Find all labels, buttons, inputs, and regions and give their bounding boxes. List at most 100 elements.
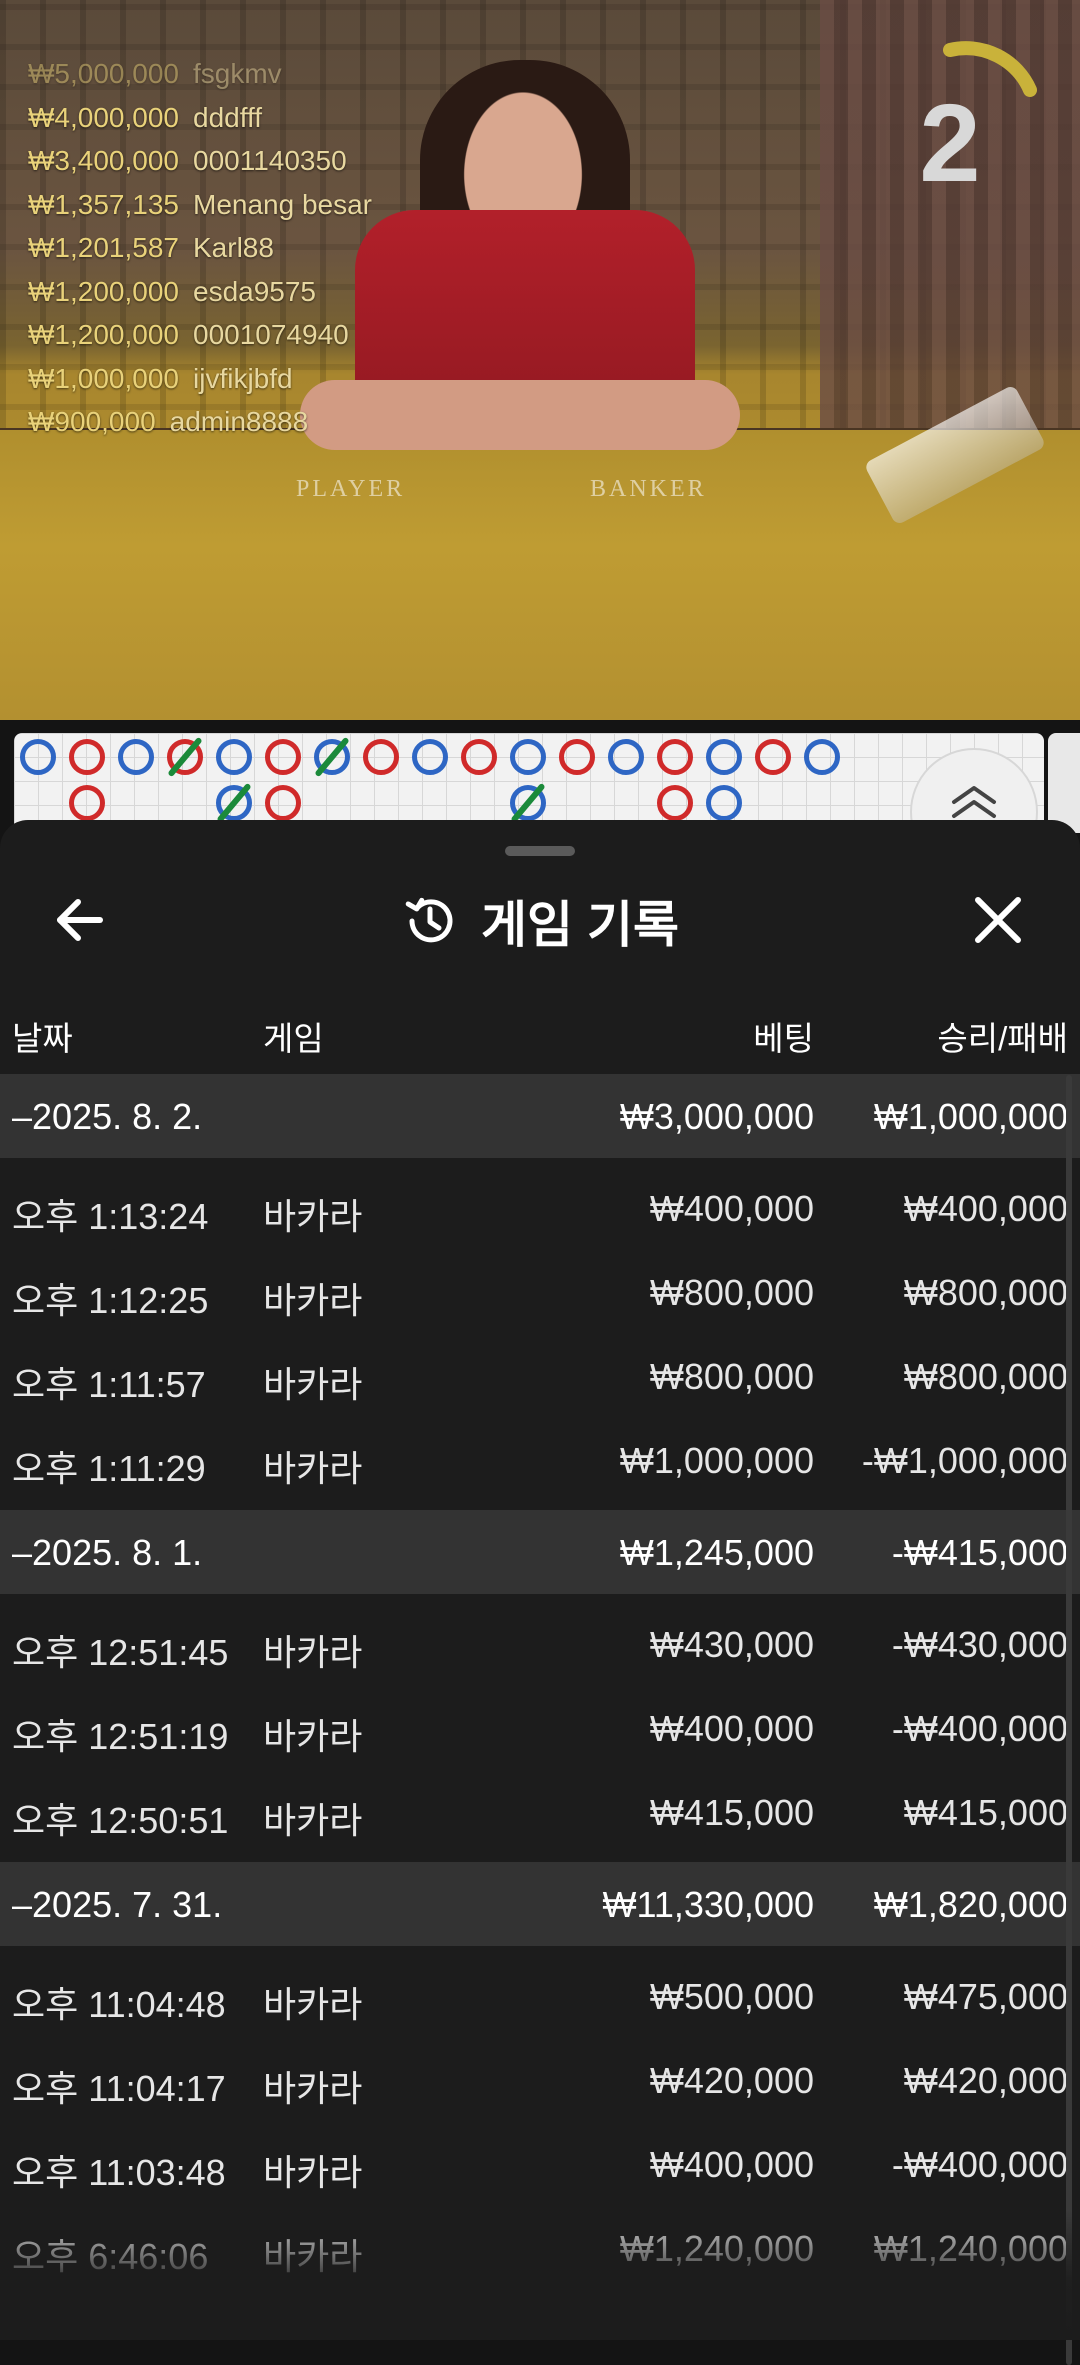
- history-row[interactable]: 오후 1:11:57 바카라 ₩800,000 ₩800,000: [0, 1334, 1080, 1418]
- leaderboard-amount: ₩1,357,135: [28, 188, 179, 220]
- history-row[interactable]: 오후 11:04:48 바카라 ₩500,000 ₩475,000: [0, 1954, 1080, 2038]
- history-table: 날짜 게임 베팅 승리/패배 –2025. 8. 2. ₩3,000,000 ₩1,…: [0, 990, 1080, 2298]
- close-button[interactable]: [966, 888, 1030, 952]
- leaderboard-amount: ₩900,000: [28, 406, 156, 437]
- row-time: 오후 1:12:25: [12, 1280, 209, 1321]
- sheet-drag-handle[interactable]: [505, 846, 575, 856]
- player-label: PLAYER: [296, 476, 406, 502]
- date-group-header[interactable]: –2025. 7. 31. ₩11,330,000 ₩1,820,000: [0, 1862, 1080, 1946]
- row-bet: ₩400,000: [649, 1708, 814, 1749]
- chevron-double-up-icon: [952, 786, 996, 818]
- leaderboard-player: Menang besar: [193, 188, 373, 220]
- row-result: ₩800,000: [903, 1356, 1068, 1397]
- row-time: 오후 11:03:48: [12, 2152, 226, 2193]
- winners-leaderboard: ₩5,000,000 fsgkmv ₩4,000,000 dddfff ₩3,400,0…: [28, 52, 372, 444]
- group-bet-total: ₩11,330,000: [602, 1884, 814, 1925]
- banker-bead: [706, 785, 742, 821]
- history-row[interactable]: 오후 1:11:29 바카라 ₩1,000,000 -₩1,000,000: [0, 1418, 1080, 1502]
- history-row[interactable]: 오후 12:50:51 바카라 ₩415,000 ₩415,000: [0, 1770, 1080, 1854]
- close-icon: [975, 897, 1021, 943]
- history-groups: –2025. 8. 2. ₩3,000,000 ₩1,000,000 오후 1:13:…: [0, 1074, 1080, 2298]
- collapse-dash-icon: –: [12, 1096, 33, 1137]
- road-map-side-tab[interactable]: [1048, 733, 1080, 833]
- banker-bead: [608, 739, 644, 775]
- row-bet: ₩400,000: [649, 1188, 814, 1229]
- row-time: 오후 11:04:17: [12, 2068, 226, 2109]
- leaderboard-amount: ₩1,201,587: [28, 232, 179, 263]
- date-group-header[interactable]: –2025. 8. 1. ₩1,245,000 -₩415,000: [0, 1510, 1080, 1594]
- group-result-total: ₩1,820,000: [873, 1884, 1068, 1925]
- scrollbar[interactable]: [1066, 1075, 1072, 2365]
- row-bet: ₩430,000: [649, 1624, 814, 1665]
- leaderboard-row: ₩1,200,000 esda9575: [28, 270, 372, 314]
- row-bet: ₩800,000: [649, 1356, 814, 1397]
- row-bet: ₩1,000,000: [619, 1440, 814, 1481]
- row-bet: ₩415,000: [649, 1792, 814, 1833]
- banker-bead: [706, 739, 742, 775]
- row-game: 바카라: [263, 1364, 363, 1405]
- collapse-dash-icon: –: [12, 1884, 33, 1925]
- group-date-text: 2025. 8. 1.: [32, 1532, 203, 1573]
- row-time: 오후 1:11:57: [12, 1364, 206, 1405]
- group-rows: 오후 12:51:45 바카라 ₩430,000 -₩430,000 오후 12:51:…: [0, 1594, 1080, 1862]
- group-result-total: ₩1,000,000: [873, 1096, 1068, 1137]
- leaderboard-row: ₩4,000,000 dddfff: [28, 96, 372, 140]
- player-bead: [69, 739, 105, 775]
- collapse-dash-icon: –: [12, 1532, 33, 1573]
- leaderboard-amount: ₩1,000,000: [28, 362, 179, 394]
- banker-bead: [804, 739, 840, 775]
- banker-bead: [216, 739, 252, 775]
- row-result: ₩400,000: [903, 1188, 1068, 1229]
- history-row[interactable]: 오후 12:51:45 바카라 ₩430,000 -₩430,000: [0, 1602, 1080, 1686]
- banker-bead: [412, 739, 448, 775]
- header-date: 날짜: [12, 1020, 73, 1057]
- live-video: PLAYER BANKER ₩5,000,000 fsgkmv ₩4,000,000…: [0, 0, 1080, 720]
- history-row[interactable]: 오후 11:04:17 바카라 ₩420,000 ₩420,000: [0, 2038, 1080, 2122]
- group-date: –2025. 8. 1.: [12, 1532, 202, 1574]
- table-header: 날짜 게임 베팅 승리/패배: [0, 990, 1080, 1074]
- banker-label: BANKER: [590, 476, 707, 502]
- player-bead: [559, 739, 595, 775]
- row-game: 바카라: [263, 1448, 363, 1489]
- leaderboard-player: esda9575: [193, 275, 317, 307]
- player-bead: [755, 739, 791, 775]
- row-time: 오후 1:11:29: [12, 1448, 206, 1489]
- row-bet: ₩500,000: [649, 1976, 814, 2017]
- row-result: -₩400,000: [891, 1708, 1068, 1749]
- row-time: 오후 11:04:48: [12, 1984, 226, 2025]
- header-game: 게임: [263, 1020, 324, 1057]
- row-result: ₩415,000: [903, 1792, 1068, 1833]
- history-row[interactable]: 오후 1:13:24 바카라 ₩400,000 ₩400,000: [0, 1166, 1080, 1250]
- player-bead: [265, 739, 301, 775]
- player-bead: [69, 785, 105, 821]
- row-result: ₩800,000: [903, 1272, 1068, 1313]
- group-date: –2025. 8. 2.: [12, 1096, 202, 1138]
- leaderboard-row: ₩1,201,587 Karl88: [28, 226, 372, 270]
- group-date: –2025. 7. 31.: [12, 1884, 222, 1926]
- row-result: -₩430,000: [891, 1624, 1068, 1665]
- row-result: ₩475,000: [903, 1976, 1068, 2017]
- group-date-text: 2025. 8. 2.: [32, 1096, 203, 1137]
- countdown-number: 2: [919, 82, 981, 205]
- leaderboard-player: ijvfikjbfd: [193, 362, 293, 394]
- row-game: 바카라: [263, 2068, 363, 2109]
- history-row[interactable]: 오후 1:12:25 바카라 ₩800,000 ₩800,000: [0, 1250, 1080, 1334]
- group-bet-total: ₩3,000,000: [619, 1096, 814, 1137]
- leaderboard-amount: ₩5,000,000: [28, 58, 179, 89]
- leaderboard-amount: ₩1,200,000: [28, 275, 179, 307]
- banker-bead: [20, 739, 56, 775]
- history-row[interactable]: 오후 11:03:48 바카라 ₩400,000 -₩400,000: [0, 2122, 1080, 2206]
- row-game: 바카라: [263, 1716, 363, 1757]
- history-row[interactable]: 오후 12:51:19 바카라 ₩400,000 -₩400,000: [0, 1686, 1080, 1770]
- bead-road-map[interactable]: [14, 733, 1044, 833]
- date-group-header[interactable]: –2025. 8. 2. ₩3,000,000 ₩1,000,000: [0, 1074, 1080, 1158]
- player-bead: [657, 739, 693, 775]
- leaderboard-player: 0001074940: [193, 319, 349, 350]
- row-bet: ₩800,000: [649, 1272, 814, 1313]
- row-game: 바카라: [263, 1632, 363, 1673]
- leaderboard-amount: ₩3,400,000: [28, 145, 179, 176]
- row-time: 오후 12:51:19: [12, 1716, 229, 1757]
- countdown-timer: 2: [900, 30, 1037, 205]
- leaderboard-player: dddfff: [193, 101, 263, 133]
- sheet-title: 게임 기록: [481, 897, 679, 953]
